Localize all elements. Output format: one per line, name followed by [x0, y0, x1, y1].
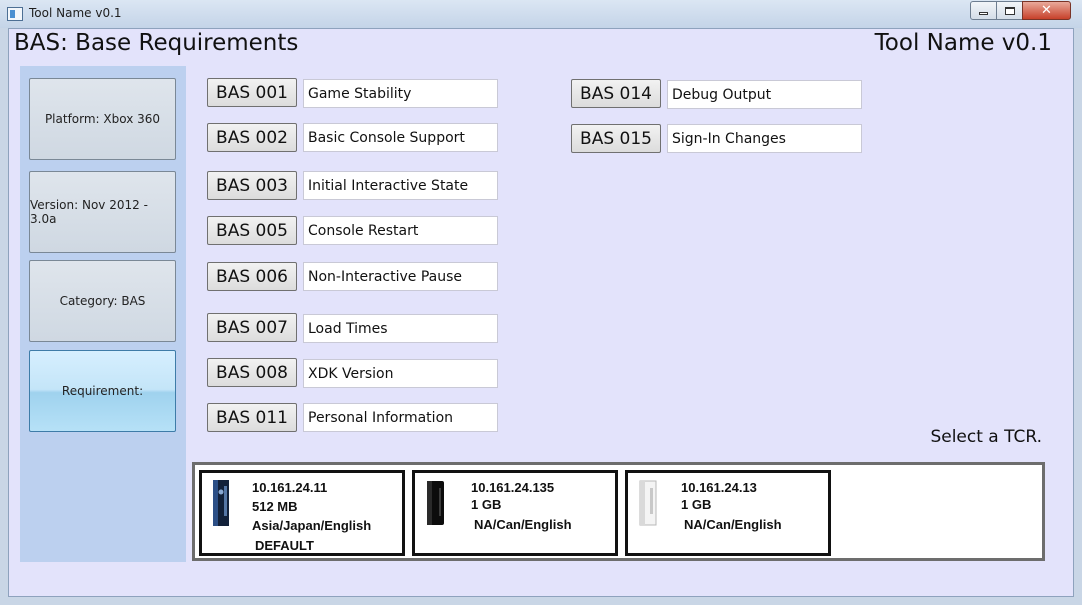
- console-card[interactable]: 10.161.24.13 1 GB NA/Can/English: [625, 470, 831, 556]
- xbox360-slim-black-icon: [427, 481, 444, 525]
- req-button-bas-014[interactable]: BAS 014: [571, 79, 661, 108]
- tool-name: Tool Name v0.1: [874, 30, 1052, 56]
- requirement-button[interactable]: Requirement:: [29, 350, 176, 432]
- xbox360-white-icon: [639, 480, 657, 526]
- req-field-bas-015[interactable]: Sign-In Changes: [667, 124, 862, 153]
- req-field-bas-014[interactable]: Debug Output: [667, 80, 862, 109]
- platform-label: Platform: Xbox 360: [44, 112, 161, 126]
- version-button[interactable]: Version: Nov 2012 - 3.0a: [29, 171, 176, 253]
- category-button[interactable]: Category: BAS: [29, 260, 176, 342]
- console-region: NA/Can/English: [474, 517, 572, 532]
- console-panel: 10.161.24.11 512 MB Asia/Japan/English D…: [192, 462, 1045, 561]
- req-field-bas-001[interactable]: Game Stability: [303, 79, 498, 108]
- app-icon: [7, 7, 23, 21]
- req-button-bas-007[interactable]: BAS 007: [207, 313, 297, 342]
- req-field-bas-007[interactable]: Load Times: [303, 314, 498, 343]
- maximize-icon: [1004, 6, 1015, 15]
- req-button-bas-001[interactable]: BAS 001: [207, 78, 297, 107]
- console-memory: 1 GB: [681, 497, 712, 512]
- console-region: NA/Can/English: [684, 517, 782, 532]
- select-tcr-prompt: Select a TCR.: [930, 427, 1042, 447]
- version-label: Version: Nov 2012 - 3.0a: [30, 198, 148, 226]
- console-ip: 10.161.24.135: [471, 480, 555, 495]
- console-region: Asia/Japan/English: [252, 518, 372, 533]
- minimize-button[interactable]: [970, 1, 997, 20]
- minimize-icon: [979, 11, 988, 15]
- close-button[interactable]: ✕: [1022, 1, 1071, 20]
- xbox360-elite-icon: [213, 480, 229, 526]
- category-label: Category: BAS: [59, 294, 146, 308]
- console-card[interactable]: 10.161.24.135 1 GB NA/Can/English: [412, 470, 618, 556]
- platform-button[interactable]: Platform: Xbox 360: [29, 78, 176, 160]
- req-button-bas-015[interactable]: BAS 015: [571, 124, 661, 153]
- req-field-bas-011[interactable]: Personal Information: [303, 403, 498, 432]
- console-card[interactable]: 10.161.24.11 512 MB Asia/Japan/English D…: [199, 470, 405, 556]
- req-button-bas-002[interactable]: BAS 002: [207, 123, 297, 152]
- req-button-bas-005[interactable]: BAS 005: [207, 216, 297, 245]
- req-field-bas-002[interactable]: Basic Console Support: [303, 123, 498, 152]
- requirement-label: Requirement:: [61, 384, 144, 398]
- req-button-bas-008[interactable]: BAS 008: [207, 358, 297, 387]
- console-memory: 1 GB: [471, 497, 502, 512]
- req-button-bas-003[interactable]: BAS 003: [207, 171, 297, 200]
- req-button-bas-011[interactable]: BAS 011: [207, 403, 297, 432]
- req-field-bas-003[interactable]: Initial Interactive State: [303, 171, 498, 200]
- console-ip: 10.161.24.11: [252, 480, 328, 495]
- window-title: Tool Name v0.1: [29, 6, 122, 20]
- req-field-bas-006[interactable]: Non-Interactive Pause: [303, 262, 498, 291]
- title-bar[interactable]: Tool Name v0.1 ✕: [0, 0, 1082, 28]
- sidebar: Platform: Xbox 360 Version: Nov 2012 - 3…: [20, 66, 186, 562]
- maximize-button[interactable]: [996, 1, 1023, 20]
- console-default-tag: DEFAULT: [255, 538, 314, 553]
- req-button-bas-006[interactable]: BAS 006: [207, 262, 297, 291]
- req-field-bas-005[interactable]: Console Restart: [303, 216, 498, 245]
- page-title: BAS: Base Requirements: [14, 30, 299, 56]
- req-field-bas-008[interactable]: XDK Version: [303, 359, 498, 388]
- close-icon: ✕: [1041, 3, 1052, 18]
- console-memory: 512 MB: [252, 499, 298, 514]
- console-ip: 10.161.24.13: [681, 480, 757, 495]
